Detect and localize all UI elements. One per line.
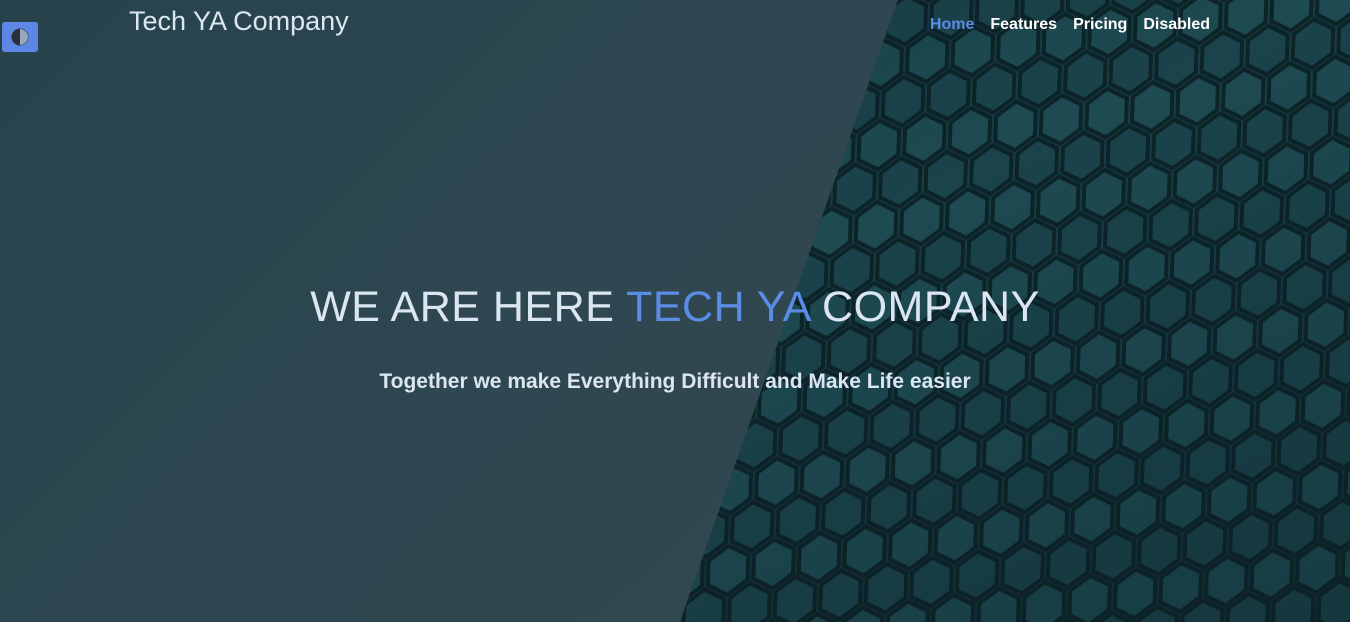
half-moon-icon (11, 28, 29, 46)
nav-link-home[interactable]: Home (930, 16, 974, 34)
hero-headline: WE ARE HERE TECH YA COMPANY (0, 283, 1350, 332)
headline-accent: TECH YA (626, 283, 810, 331)
hero-tagline: Together we make Everything Difficult an… (379, 370, 971, 393)
nav-link-disabled[interactable]: Disabled (1143, 16, 1210, 34)
headline-start: WE ARE HERE (310, 283, 627, 331)
theme-toggle-button[interactable] (2, 22, 38, 52)
main-nav: Home Features Pricing Disabled (930, 16, 1210, 34)
brand-logo-text[interactable]: Tech YA Company (129, 6, 349, 37)
nav-link-features[interactable]: Features (990, 16, 1057, 34)
hero-section: Tech YA Company Home Features Pricing Di… (0, 0, 1350, 622)
nav-link-pricing[interactable]: Pricing (1073, 16, 1127, 34)
headline-end: COMPANY (809, 283, 1040, 331)
